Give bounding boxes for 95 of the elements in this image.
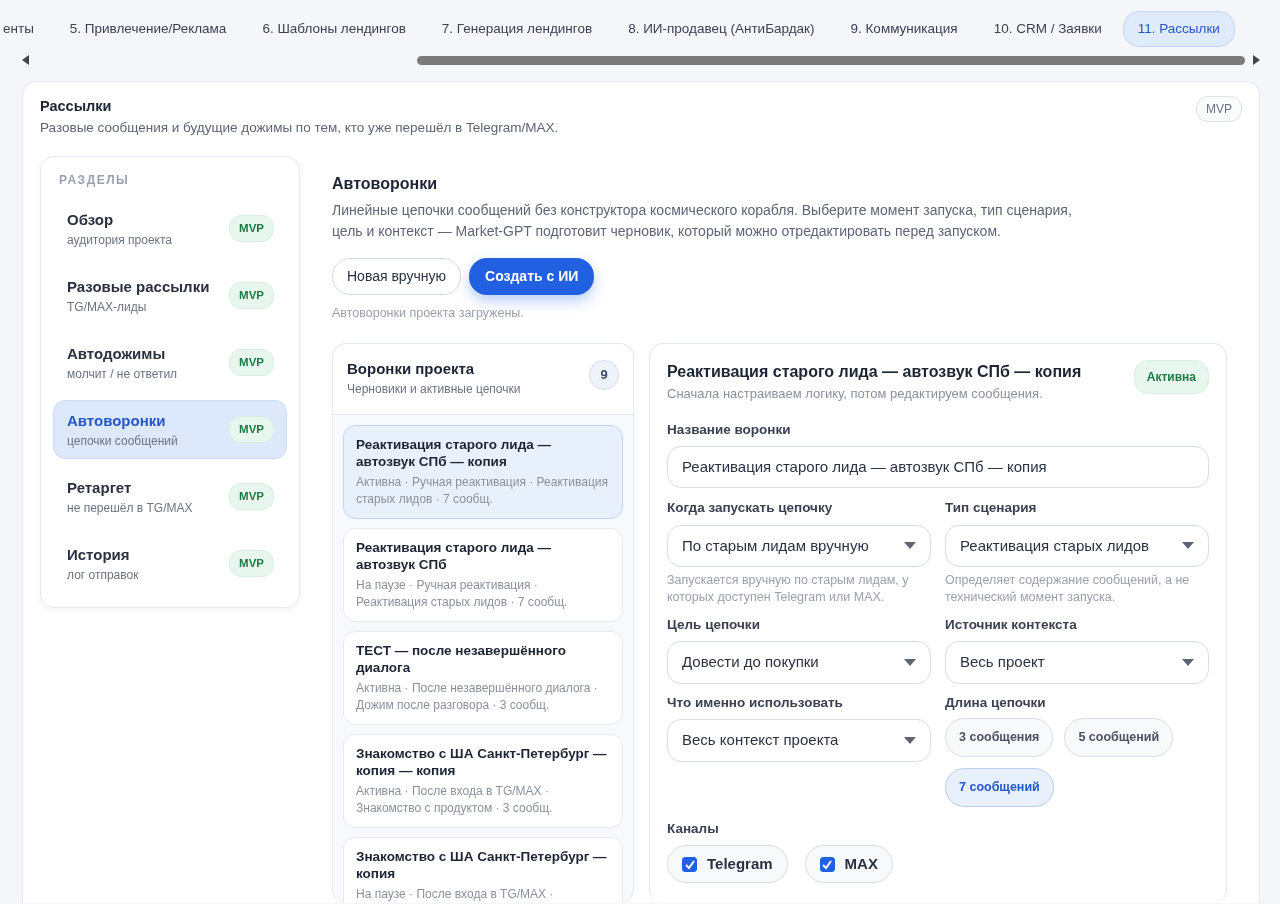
sidebar-item-subtitle: аудитория проекта (67, 232, 173, 249)
mvp-badge: MVP (1196, 96, 1242, 123)
status-text: Автоворонки проекта загружены. (332, 305, 525, 323)
scroll-right-icon[interactable] (1253, 55, 1260, 66)
field-hint: Запускается вручную по старым лидам, у которых доступен Telegram или MAX. (667, 572, 910, 606)
mvp-badge: MVP (229, 550, 274, 578)
channel-checkbox[interactable]: Telegram (667, 844, 788, 884)
count-badge: 9 (589, 360, 619, 390)
tab[interactable]: 6. Шаблоны лендингов (247, 11, 421, 48)
sidebar-item-title: Автоворонки (67, 410, 167, 431)
new-manual-button[interactable]: Новая вручную (332, 258, 462, 296)
funnel-card[interactable]: Знакомство с ША Санкт-Петербург — копия На паузе · После входа в TG/MAX · (343, 837, 623, 903)
funnel-card[interactable]: Знакомство с ША Санкт-Петербург — копия — копия Активна · После входа в TG/MAX · Знакомство с продуктом · 3 сообщ. (343, 734, 623, 828)
field-label: Название воронки (667, 420, 792, 439)
sidebar-item-title: Обзор (67, 209, 115, 230)
checkbox[interactable] (819, 856, 835, 872)
sidebar-item[interactable]: Автодожимы молчит / не ответил MVP (53, 333, 287, 393)
caret-icon (1182, 542, 1194, 550)
create-with-ai-button[interactable]: Создать с ИИ (469, 258, 595, 296)
status-badge: Активна (1133, 360, 1209, 394)
select-field[interactable]: Весь контекст проекта (667, 719, 931, 762)
funnel-meta: На паузе · Ручная реактивация · Реактивация старых лидов · 7 сообщ. (356, 577, 569, 611)
sidebar-item-title: История (67, 544, 131, 565)
sidebar-heading: РАЗДЕЛЫ (58, 172, 131, 190)
mvp-badge: MVP (229, 416, 274, 444)
funnel-card[interactable]: ТЕСТ — после незавершённого диалога Активна · После незавершённого диалога · Дожим после разговора · 3 сообщ. (343, 631, 623, 725)
tab[interactable]: 8. ИИ-продавец (АнтиБардак) (613, 11, 830, 48)
field-label: Длина цепочки (945, 693, 1047, 712)
sidebar-item[interactable]: Автоворонки цепочки сообщений MVP (53, 400, 287, 460)
funnel-title: Реактивация старого лида — автозвук СПб — копия (356, 436, 552, 470)
section-title: Автоворонки (332, 174, 439, 195)
tab[interactable]: 11. Рассылки (1122, 11, 1235, 48)
sidebar-item-title: Разовые рассылки (67, 276, 210, 297)
field-label: Когда запускать цепочку (667, 499, 834, 518)
tab[interactable]: 5. Привлечение/Реклама (54, 11, 242, 48)
funnel-meta: На паузе · После входа в TG/MAX · (356, 886, 555, 903)
page-subtitle: Разовые сообщения и будущие дожимы по тем, кто уже перешёл в Telegram/MAX. (40, 119, 559, 137)
tab[interactable]: 9. Коммуникация (835, 11, 973, 48)
sidebar-item-title: Автодожимы (67, 343, 167, 364)
mvp-badge: MVP (229, 215, 274, 243)
sidebar-item[interactable]: Разовые рассылки TG/MAX-лиды MVP (53, 266, 287, 326)
sidebar-item-subtitle: не перешёл в TG/MAX (67, 500, 193, 517)
list-title: Воронки проекта (347, 360, 476, 377)
funnel-detail-subtitle: Сначала настраиваем логику, потом редактируем сообщения. (667, 385, 1044, 403)
sidebar-item[interactable]: Ретаргет не перешёл в TG/MAX MVP (53, 467, 287, 527)
select-field[interactable]: Довести до покупки (667, 641, 931, 684)
tab[interactable]: 7. Генерация лендингов (426, 11, 608, 48)
funnel-title: Реактивация старого лида — автозвук СПб (356, 539, 552, 573)
funnel-meta: Активна · Ручная реактивация · Реактивация старых лидов · 7 сообщ. (356, 474, 609, 508)
funnel-title: Знакомство с ША Санкт-Петербург — копия — копия (356, 745, 608, 779)
name-field[interactable]: Реактивация старого лида — автозвук СПб — копия (667, 445, 1209, 489)
channel-checkbox[interactable]: MAX (804, 844, 893, 884)
tab[interactable]: енты (0, 11, 49, 48)
funnel-card[interactable]: Реактивация старого лида — автозвук СПб — копия Активна · Ручная реактивация · Реактивация старых лидов · 7 сообщ. (343, 425, 623, 519)
length-option[interactable]: 7 сообщений (945, 767, 1054, 807)
scrollbar-thumb[interactable] (417, 56, 1245, 66)
length-option[interactable]: 5 сообщений (1064, 718, 1174, 757)
funnel-title: ТЕСТ — после незавершённого диалога (356, 642, 567, 676)
mvp-badge: MVP (229, 349, 274, 377)
select-field[interactable]: Весь проект (945, 641, 1209, 684)
field-label: Источник контекста (945, 616, 1078, 634)
section-description: Линейные цепочки сообщений без конструктора космического корабля. Выберите момент запуска, тип сценария, цель и контекст — Market-GPT подготовит черновик, который можно отредактировать перед запуском. (332, 201, 1073, 242)
caret-icon (904, 659, 916, 666)
funnel-title: Знакомство с ША Санкт-Петербург — копия (356, 848, 608, 882)
mvp-badge: MVP (229, 483, 274, 511)
check-icon (683, 858, 696, 870)
sidebar-item-subtitle: TG/MAX-лиды (67, 299, 148, 316)
caret-icon (904, 542, 916, 550)
sidebar-item[interactable]: История лог отправок MVP (53, 534, 287, 594)
field-hint: Определяет содержание сообщений, а не технический момент запуска. (945, 572, 1191, 606)
sidebar-item-subtitle: лог отправок (67, 567, 139, 584)
sidebar-item-subtitle: молчит / не ответил (67, 366, 178, 383)
funnel-card[interactable]: Реактивация старого лида — автозвук СПб На паузе · Ручная реактивация · Реактивация старых лидов · 7 сообщ. (343, 528, 623, 622)
sidebar-item[interactable]: Обзор аудитория проекта MVP (53, 199, 287, 259)
select-field[interactable]: Реактивация старых лидов (945, 524, 1209, 567)
funnel-meta: Активна · После незавершённого диалога · Дожим после разговора · 3 сообщ. (356, 680, 599, 714)
funnel-meta: Активна · После входа в TG/MAX · Знакомство с продуктом · 3 сообщ. (356, 783, 554, 817)
field-label: Каналы (667, 819, 720, 838)
caret-icon (1182, 659, 1194, 666)
sidebar-item-subtitle: цепочки сообщений (67, 433, 178, 450)
length-option[interactable]: 3 сообщения (945, 718, 1054, 757)
checkbox[interactable] (682, 856, 697, 872)
list-subtitle: Черновики и активные цепочки (347, 381, 521, 398)
page-title: Рассылки (40, 97, 113, 117)
field-label: Тип сценария (945, 499, 1038, 518)
field-label: Цель цепочки (667, 616, 761, 634)
select-field[interactable]: По старым лидам вручную (667, 524, 931, 567)
tab[interactable]: 10. CRM / Заявки (978, 11, 1117, 48)
caret-icon (904, 736, 916, 744)
sidebar-item-title: Ретаргет (67, 477, 133, 498)
check-icon (821, 858, 834, 870)
scroll-left-icon[interactable] (22, 55, 29, 66)
field-label: Что именно использовать (667, 693, 844, 712)
funnel-detail-title: Реактивация старого лида — автозвук СПб — копия (667, 362, 1082, 382)
mvp-badge: MVP (229, 282, 274, 310)
